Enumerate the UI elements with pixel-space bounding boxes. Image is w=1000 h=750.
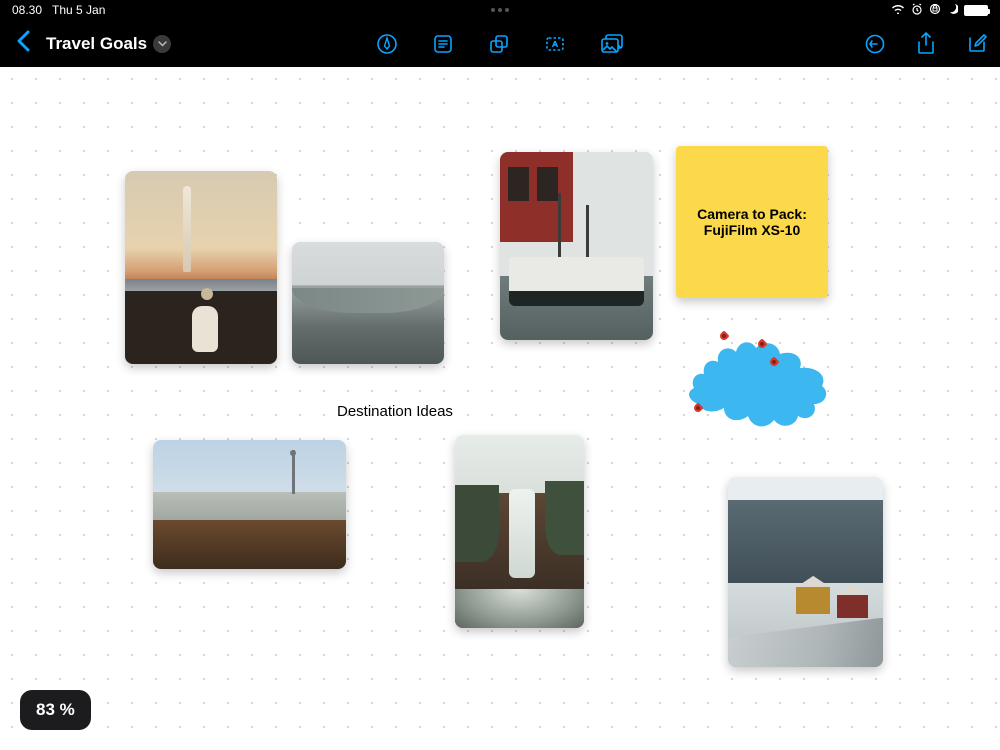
photo-city-skyline[interactable]: [153, 440, 346, 569]
textbox-tool-button[interactable]: [544, 33, 566, 55]
wifi-icon: [891, 3, 905, 17]
orientation-lock-icon: [929, 3, 941, 18]
photo-snowy-houses[interactable]: [728, 477, 883, 667]
dnd-moon-icon: [947, 3, 958, 17]
status-date: Thu 5 Jan: [52, 3, 105, 17]
battery-icon: [964, 5, 988, 16]
media-tool-button[interactable]: [600, 33, 624, 55]
zoom-level-badge[interactable]: 83 %: [20, 690, 91, 730]
status-bar: 08.30 Thu 5 Jan: [0, 0, 1000, 20]
back-button[interactable]: [12, 26, 34, 61]
photo-waterfall[interactable]: [455, 435, 584, 628]
photo-city-aerial[interactable]: [292, 242, 444, 364]
alarm-icon: [911, 3, 923, 18]
status-time: 08.30: [12, 3, 42, 17]
pen-tool-button[interactable]: [376, 33, 398, 55]
share-button[interactable]: [916, 32, 936, 56]
sticky-note-camera[interactable]: Camera to Pack: FujiFilm XS-10: [676, 146, 828, 298]
freeform-canvas[interactable]: Camera to Pack: FujiFilm XS-10 Destinati…: [0, 67, 1000, 750]
photo-sunset-runner[interactable]: [125, 171, 277, 364]
map-europe-sticker[interactable]: [680, 314, 835, 439]
undo-button[interactable]: [864, 33, 886, 55]
note-tool-button[interactable]: [432, 33, 454, 55]
sticky-note-line2: FujiFilm XS-10: [697, 222, 807, 238]
multitask-dots[interactable]: [491, 8, 509, 12]
sticky-note-line1: Camera to Pack:: [697, 206, 807, 222]
nav-bar: Travel Goals: [0, 20, 1000, 67]
shape-tool-button[interactable]: [488, 33, 510, 55]
text-label-destination[interactable]: Destination Ideas: [337, 403, 453, 420]
title-dropdown[interactable]: [153, 35, 171, 53]
document-title[interactable]: Travel Goals: [46, 34, 147, 54]
compose-button[interactable]: [966, 33, 988, 55]
photo-harbor-boat[interactable]: [500, 152, 653, 340]
